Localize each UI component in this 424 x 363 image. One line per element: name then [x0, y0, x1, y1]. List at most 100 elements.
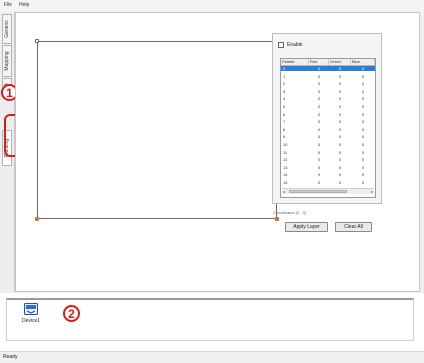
canvas-handle-bottom-right[interactable] — [275, 217, 279, 221]
table-row[interactable]: 13 0 0 0 — [281, 165, 375, 170]
table-cell: 0 — [317, 164, 321, 170]
table-cell: 0 — [338, 111, 342, 117]
table-cell: 0 — [361, 134, 365, 140]
menu-help[interactable]: Help — [19, 2, 29, 8]
table-cell: 0 — [317, 96, 321, 102]
table-cell: 0 — [361, 81, 365, 87]
table-row[interactable]: 6 0 0 0 — [281, 112, 375, 117]
table-cell: 0 — [361, 66, 365, 71]
painting-canvas[interactable] — [35, 39, 279, 221]
table-cell: 0 — [338, 73, 342, 79]
table-row[interactable]: 5 0 0 0 — [281, 104, 375, 109]
table-cell: 0 — [317, 81, 321, 87]
apply-layer-button[interactable]: Apply Layer — [285, 222, 328, 232]
table-cell: 0 — [361, 142, 365, 147]
enable-label: Enable — [287, 42, 303, 48]
table-cell: 15 — [283, 180, 288, 185]
table-row[interactable]: 2000 — [281, 81, 375, 86]
table-cell: 0 — [361, 104, 365, 109]
table-cell: 10 — [283, 142, 288, 147]
column-header-green[interactable]: Green — [329, 59, 351, 65]
scroll-left-arrow-icon[interactable]: ◂ — [283, 189, 285, 194]
table-cell: 0 — [317, 111, 321, 117]
table-cell: 0 — [361, 88, 365, 94]
table-cell: 0 — [317, 134, 321, 140]
table-row[interactable]: 11 0 0 0 — [281, 150, 375, 155]
table-cell: 0 — [283, 66, 286, 71]
table-row[interactable]: 0 0 0 0 — [281, 66, 375, 71]
table-cell: 7 — [283, 119, 286, 125]
table-cell: 0 — [338, 88, 342, 94]
table-cell: 0 — [361, 180, 365, 185]
scroll-right-arrow-icon[interactable]: ▸ — [371, 189, 373, 194]
table-cell: 0 — [338, 119, 342, 125]
scrollbar-thumb[interactable] — [289, 190, 347, 193]
table-row[interactable]: 1 0 0 0 — [281, 74, 375, 79]
palette-table-header: Palette Red Green Blue — [281, 59, 375, 66]
horizontal-scrollbar[interactable]: ◂ ▸ — [282, 188, 374, 194]
table-row[interactable]: 3 0 0 0 — [281, 89, 375, 94]
enable-checkbox[interactable] — [278, 42, 284, 48]
table-cell: 0 — [317, 149, 321, 155]
status-bar: Ready — [0, 351, 424, 363]
table-cell: 0 — [361, 157, 365, 163]
table-row[interactable]: 14 0 0 0 — [281, 172, 375, 177]
table-cell: 0 — [361, 111, 365, 117]
table-cell: 0 — [361, 73, 365, 79]
coordinates-readout: Coordinates (0 , 0) — [273, 210, 307, 215]
table-cell: 0 — [317, 119, 321, 125]
table-cell: 11 — [283, 149, 288, 155]
table-cell: 14 — [283, 172, 288, 178]
table-cell: 0 — [338, 134, 342, 140]
column-header-red[interactable]: Red — [309, 59, 329, 65]
palette-table[interactable]: Palette Red Green Blue 00001000200030004… — [280, 58, 376, 198]
table-row[interactable]: 4 0 0 0 — [281, 96, 375, 101]
table-row[interactable]: 8 0 0 0 — [281, 127, 375, 132]
table-cell: 0 — [317, 73, 321, 79]
canvas-handle-bottom-left[interactable] — [35, 217, 39, 221]
table-row[interactable]: 12 0 0 0 — [281, 157, 375, 162]
table-cell: 0 — [338, 172, 342, 178]
tab-generic[interactable]: Generic — [2, 14, 12, 44]
table-cell: 0 — [317, 172, 321, 178]
table-row[interactable]: 10 0 0 0 — [281, 142, 375, 147]
table-cell: 0 — [338, 157, 342, 163]
table-cell: 0 — [317, 126, 321, 132]
table-cell: 0 — [317, 66, 321, 71]
callout-two-label: 2 — [68, 306, 75, 321]
tab-mapping-label: Mapping — [4, 51, 10, 71]
table-row[interactable]: 9 0 0 0 — [281, 134, 375, 139]
column-header-blue[interactable]: Blue — [351, 59, 375, 65]
table-cell: 0 — [361, 96, 365, 102]
tab-mapping[interactable]: Mapping — [2, 45, 12, 77]
table-cell: 2 — [283, 81, 286, 87]
table-cell: 13 — [283, 164, 288, 170]
table-cell: 0 — [338, 66, 342, 71]
table-cell: 0 — [361, 164, 365, 170]
table-row[interactable]: 15 0 0 0 — [281, 180, 375, 185]
table-cell: 0 — [317, 104, 321, 109]
table-cell: 0 — [317, 157, 321, 163]
table-cell: 6 — [283, 111, 286, 117]
table-cell: 8 — [283, 126, 286, 132]
table-cell: 0 — [338, 164, 342, 170]
table-cell: 0 — [317, 142, 321, 147]
table-cell: 0 — [361, 149, 365, 155]
table-cell: 12 — [283, 157, 288, 163]
table-cell: 9 — [283, 134, 286, 140]
table-cell: 0 — [338, 96, 342, 102]
clear-all-button[interactable]: Clear All — [335, 222, 372, 232]
column-header-palette[interactable]: Palette — [281, 59, 309, 65]
table-cell: 0 — [338, 149, 342, 155]
table-cell: 0 — [317, 180, 321, 185]
device-icon[interactable] — [24, 303, 38, 315]
table-cell: 5 — [283, 104, 286, 109]
callout-two-badge: 2 — [63, 305, 80, 322]
menu-file[interactable]: File — [4, 2, 12, 8]
table-cell: 0 — [361, 126, 365, 132]
canvas-handle-top-left[interactable] — [35, 39, 39, 43]
table-cell: 0 — [338, 142, 342, 147]
table-row[interactable]: 7 0 0 0 — [281, 119, 375, 124]
table-cell: 3 — [283, 88, 286, 94]
device-label[interactable]: Device1 — [22, 318, 40, 324]
